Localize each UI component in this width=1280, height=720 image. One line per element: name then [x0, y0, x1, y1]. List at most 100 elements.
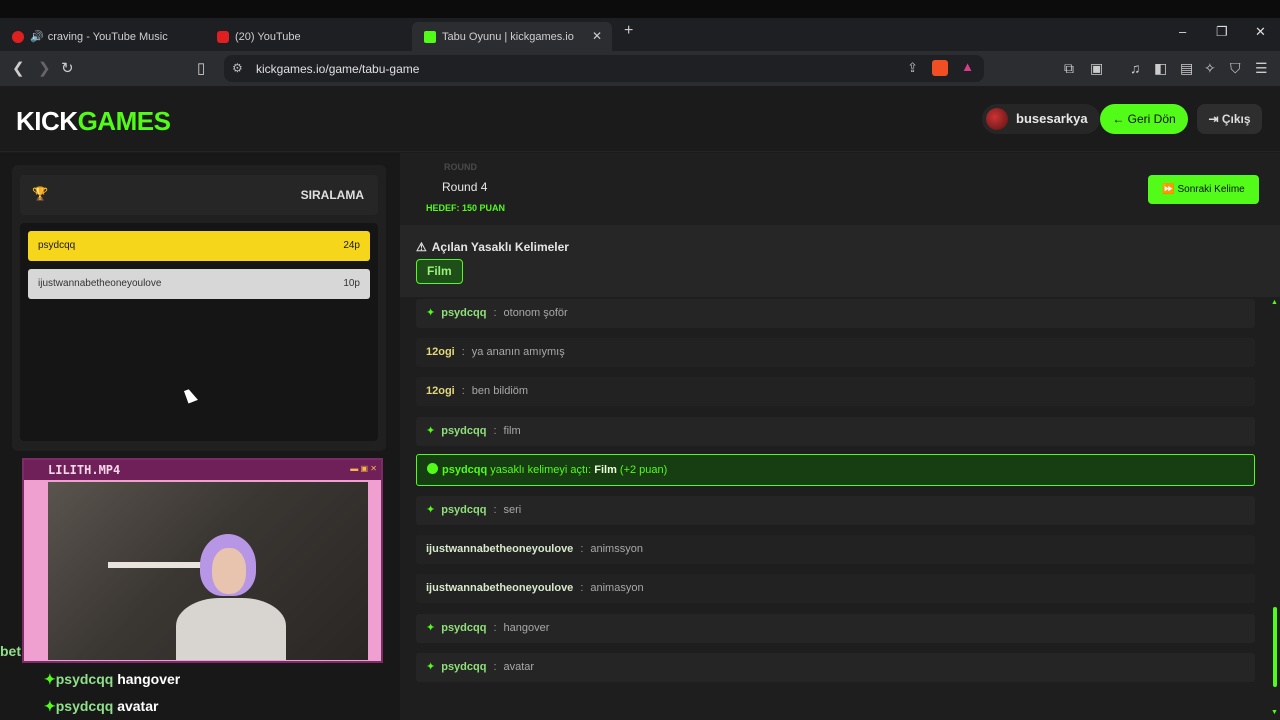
- restore-icon[interactable]: ❐: [1216, 24, 1228, 40]
- sparkle-icon: ✦: [426, 307, 436, 319]
- chat-username: ijustwannabetheoneyoulove: [426, 582, 574, 594]
- user-chip[interactable]: busesarkya: [982, 104, 1100, 134]
- game-panel: ROUND Round 4 HEDEF: 150 PUAN ⏩ Sonraki …: [400, 153, 1280, 720]
- chat-username: psydcqq: [441, 307, 487, 319]
- scroll-up-icon[interactable]: ▲: [1271, 299, 1278, 306]
- ranking-list: psydcqq 24p ijustwannabetheoneyoulove 10…: [20, 223, 378, 441]
- sparkle-icon: ✦: [44, 671, 56, 687]
- sidebar-icon[interactable]: ◧: [1154, 60, 1167, 77]
- ranking-row: psydcqq 24p: [28, 231, 370, 261]
- toolbar: ❮ ❯ ↻ ▯ ⚙ kickgames.io/game/tabu-game ⇪ …: [0, 51, 1280, 86]
- sparkle-icon: ✦: [44, 698, 56, 714]
- player-points: 10p: [343, 278, 360, 289]
- reload-icon[interactable]: ↻: [61, 59, 74, 77]
- next-word-button[interactable]: ⏩ Sonraki Kelime: [1148, 175, 1259, 204]
- chat-log[interactable]: ▲ ▼ ✦ psydcqq: otonom şoför 12ogi: ya ananın…: [400, 297, 1280, 720]
- url-text: kickgames.io/game/tabu-game: [256, 62, 420, 76]
- vpn-icon[interactable]: ⛉: [1230, 60, 1241, 77]
- overlay-chat-line: ✦psydcqq hangover: [44, 671, 181, 687]
- chat-username: psydcqq: [441, 661, 487, 673]
- chat-text: hangover: [503, 622, 550, 634]
- chat-username: psydcqq: [441, 504, 487, 516]
- scrollbar-thumb[interactable]: [1273, 607, 1277, 687]
- round-title: Round 4: [442, 180, 488, 194]
- share-icon[interactable]: ⇪: [907, 60, 918, 76]
- webcam-feed: [48, 482, 368, 660]
- banned-words-title: ⚠ Açılan Yasaklı Kelimeler: [416, 240, 569, 254]
- word-unlocked-event: psydcqq yasaklı kelimeyi açtı: Film (+2 …: [416, 454, 1255, 486]
- window-close-icon[interactable]: ✕: [1255, 24, 1266, 40]
- trophy-icon: 🏆: [32, 186, 49, 201]
- menu-icon[interactable]: ☰: [1255, 60, 1268, 77]
- chat-username: 12ogi: [426, 385, 455, 397]
- tab-label: (20) YouTube: [235, 30, 301, 43]
- chat-text: ya ananın amıymış: [471, 346, 565, 358]
- minimize-icon[interactable]: –: [1179, 24, 1186, 39]
- target-score: HEDEF: 150 PUAN: [426, 203, 506, 213]
- fast-forward-icon: ⏩: [1162, 184, 1178, 195]
- tab-bar: 🔊 craving - YouTube Music (20) YouTube T…: [0, 18, 1280, 51]
- overlay-title: LILITH.MP4: [48, 463, 121, 477]
- warning-icon: ⚠: [416, 240, 427, 254]
- ranking-title: SIRALAMA: [300, 188, 364, 202]
- rewards-icon[interactable]: ▲: [961, 59, 974, 74]
- tab-label: Tabu Oyunu | kickgames.io: [442, 30, 574, 43]
- screenshot-icon[interactable]: ▣: [1090, 60, 1103, 77]
- close-icon[interactable]: ✕: [592, 29, 602, 43]
- os-top-strip: [0, 0, 1280, 18]
- overlay-chat-line: ✦psydcqq avatar: [44, 698, 159, 714]
- site-header: KICKGAMES busesarkya ← Geri Dön ⇥ Çıkış: [0, 86, 1280, 152]
- ranking-card: 🏆 SIRALAMA psydcqq 24p ijustwannabetheon…: [12, 165, 386, 451]
- forward-icon[interactable]: ❯: [38, 59, 51, 77]
- bookmark-icon[interactable]: ▯: [197, 59, 205, 77]
- round-header: ROUND Round 4 HEDEF: 150 PUAN ⏩ Sonraki …: [400, 153, 1280, 225]
- player-name: psydcqq: [38, 240, 76, 251]
- chat-message: 12ogi: ben bildiöm: [416, 377, 1255, 406]
- chat-username: psydcqq: [441, 425, 487, 437]
- chat-message: ✦ psydcqq: otonom şoför: [416, 299, 1255, 328]
- chat-username: ijustwannabetheoneyoulove: [426, 543, 574, 555]
- ranking-header: 🏆 SIRALAMA: [20, 175, 378, 215]
- scroll-down-icon[interactable]: ▼: [1271, 709, 1278, 716]
- tab-youtube[interactable]: (20) YouTube: [205, 22, 410, 51]
- chat-username: 12ogi: [426, 346, 455, 358]
- sparkle-icon: ✦: [426, 504, 436, 516]
- overlay-chat-fragment: bet: [0, 643, 21, 659]
- chat-text: ben bildiöm: [471, 385, 529, 397]
- chat-text: avatar: [503, 661, 535, 673]
- exit-button[interactable]: ⇥ Çıkış: [1197, 104, 1262, 134]
- back-icon[interactable]: ❮: [12, 59, 25, 77]
- sparkle-icon: ✦: [426, 425, 436, 437]
- wallet-icon[interactable]: ▤: [1180, 60, 1193, 77]
- chat-message: 12ogi: ya ananın amıymış: [416, 338, 1255, 367]
- new-tab-icon[interactable]: +: [624, 22, 633, 40]
- youtube-music-icon: [12, 30, 24, 43]
- window-controls-icon: ▬ ▣ ✕: [350, 464, 377, 473]
- site-info-icon[interactable]: ⚙: [232, 61, 243, 75]
- banned-word-chip: Film: [416, 259, 463, 284]
- ranking-row: ijustwannabetheoneyoulove 10p: [28, 269, 370, 299]
- chat-text: animssyon: [590, 543, 643, 555]
- sparkle-icon: ✦: [426, 661, 436, 673]
- extensions-icon[interactable]: ⧉: [1064, 60, 1074, 77]
- chat-message: ijustwannabetheoneyoulove: animssyon: [416, 535, 1255, 564]
- chat-message: ✦ psydcqq: hangover: [416, 614, 1255, 643]
- brave-shields-icon[interactable]: [932, 60, 948, 76]
- chat-message: ✦ psydcqq: film: [416, 417, 1255, 446]
- chat-username: psydcqq: [441, 622, 487, 634]
- back-button[interactable]: ← Geri Dön: [1100, 104, 1188, 134]
- logo[interactable]: KICKGAMES: [16, 106, 171, 137]
- tab-youtube-music[interactable]: 🔊 craving - YouTube Music: [0, 22, 205, 51]
- speaker-icon: 🔊: [30, 31, 44, 43]
- address-bar[interactable]: ⚙ kickgames.io/game/tabu-game ⇪ ▲: [224, 55, 984, 82]
- chat-message: ✦ psydcqq: avatar: [416, 653, 1255, 682]
- avatar: [986, 108, 1008, 130]
- overlay-titlebar: LILITH.MP4 ▬ ▣ ✕: [24, 460, 381, 480]
- player-name: ijustwannabetheoneyoulove: [38, 278, 162, 289]
- username: busesarkya: [1016, 111, 1088, 126]
- youtube-icon: [217, 30, 229, 43]
- music-icon[interactable]: ♫: [1130, 60, 1141, 76]
- tab-kickgames[interactable]: Tabu Oyunu | kickgames.io ✕: [412, 22, 612, 51]
- stream-overlay: LILITH.MP4 ▬ ▣ ✕: [22, 458, 383, 663]
- ai-icon[interactable]: ✧: [1204, 60, 1216, 77]
